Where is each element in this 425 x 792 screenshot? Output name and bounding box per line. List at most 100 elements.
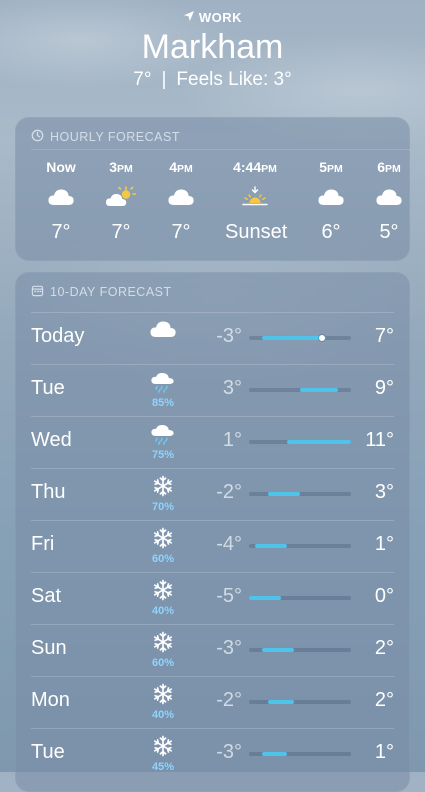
- snowflake-icon: [135, 527, 191, 554]
- weather-condition: 75%: [135, 423, 191, 461]
- hourly-time-suffix: PM: [117, 163, 133, 175]
- calendar-icon: [31, 284, 44, 300]
- daily-row[interactable]: Sun 60% -3° 2°: [31, 624, 394, 676]
- temp-range-fill: [261, 648, 294, 652]
- ten-day-forecast-panel[interactable]: 10-DAY FORECAST Today -3° 7° Tue 85% 3° 9° Wed 7…: [15, 272, 410, 792]
- snowflake-icon: [135, 683, 191, 710]
- temp-range-bar: [249, 648, 351, 652]
- ten-day-title-label: 10-DAY FORECAST: [50, 285, 172, 299]
- low-temp: -2°: [216, 689, 242, 711]
- precip-chance: 70%: [151, 501, 175, 513]
- snowflake-icon: [135, 579, 191, 606]
- hourly-time: 6PM: [359, 159, 419, 177]
- snowflake-icon: [135, 475, 191, 502]
- daily-row[interactable]: Sat 40% -5° 0°: [31, 572, 394, 624]
- location-label: WORK: [198, 10, 243, 25]
- hourly-value: 7°: [111, 221, 131, 243]
- ten-day-forecast-title: 10-DAY FORECAST: [15, 272, 410, 300]
- sunset-icon: [225, 177, 285, 217]
- hourly-time-suffix: PM: [327, 163, 343, 175]
- day-name: Wed: [31, 429, 72, 451]
- low-temp: 3°: [222, 377, 242, 399]
- precip-chance: 60%: [151, 657, 175, 669]
- temp-range-bar: [249, 544, 351, 548]
- location-arrow-icon: [183, 10, 195, 25]
- temp-range-fill: [261, 752, 288, 756]
- day-name: Sat: [31, 585, 62, 607]
- hourly-divider: [31, 149, 410, 150]
- temp-range-bar: [249, 492, 351, 496]
- clock-icon: [31, 129, 44, 145]
- high-temp: 9°: [374, 377, 394, 399]
- city-name[interactable]: Markham: [0, 27, 425, 67]
- hourly-forecast-panel[interactable]: HOURLY FORECAST Now 7° 3PM 7° 4PM 7° 4:44PM Sun…: [15, 117, 410, 261]
- daily-row[interactable]: Wed 75% 1° 11°: [31, 416, 394, 468]
- hourly-time: 4:44PM: [225, 159, 285, 177]
- hourly-item: 4PM 7°: [151, 159, 211, 244]
- cloud-icon: [31, 177, 91, 217]
- current-conditions: 7° | Feels Like: 3°: [0, 69, 425, 91]
- hourly-value: Sunset: [225, 221, 288, 243]
- weather-condition: 70%: [135, 475, 191, 513]
- hourly-time: 5PM: [301, 159, 361, 177]
- high-temp: 2°: [374, 689, 394, 711]
- location-header: WORK Markham 7° | Feels Like: 3°: [0, 0, 425, 91]
- hourly-time-value: 5: [319, 159, 328, 175]
- hourly-value: 7°: [51, 221, 71, 243]
- hourly-item: 3PM 7°: [91, 159, 151, 244]
- weather-condition: 45%: [135, 735, 191, 773]
- low-temp: -3°: [216, 741, 242, 763]
- daily-row[interactable]: Tue 45% -3° 1°: [31, 728, 394, 780]
- high-temp: 1°: [374, 741, 394, 763]
- precip-chance: 45%: [151, 761, 175, 773]
- hourly-title-label: HOURLY FORECAST: [50, 130, 180, 144]
- hourly-value: 7°: [171, 221, 191, 243]
- weather-condition: 40%: [135, 579, 191, 617]
- cloud-icon: [151, 177, 211, 217]
- low-temp: -4°: [216, 533, 242, 555]
- daily-row[interactable]: Fri 60% -4° 1°: [31, 520, 394, 572]
- hourly-item: Now 7°: [31, 159, 91, 244]
- precip-chance: 40%: [151, 605, 175, 617]
- feels-like: Feels Like: 3°: [176, 69, 292, 90]
- day-name: Tue: [31, 741, 65, 763]
- day-name: Tue: [31, 377, 65, 399]
- high-temp: 3°: [374, 481, 394, 503]
- daily-row[interactable]: Today -3° 7°: [31, 312, 394, 364]
- temp-range-fill: [287, 440, 351, 444]
- hourly-scroll-row[interactable]: Now 7° 3PM 7° 4PM 7° 4:44PM Sunset 5PM 6° 6PM 5°: [15, 159, 410, 249]
- hourly-time-suffix: PM: [177, 163, 193, 175]
- day-name: Today: [31, 325, 85, 347]
- day-name: Sun: [31, 637, 67, 659]
- daily-row[interactable]: Thu 70% -2° 3°: [31, 468, 394, 520]
- hourly-item: 5PM 6°: [301, 159, 361, 244]
- cloud-icon: [301, 177, 361, 217]
- rain-cloud-icon: [135, 423, 191, 450]
- temp-range-fill: [255, 544, 288, 548]
- weather-condition: 40%: [135, 683, 191, 721]
- temp-range-bar: [249, 388, 351, 392]
- day-name: Mon: [31, 689, 70, 711]
- hourly-time-value: 3: [109, 159, 118, 175]
- current-temp-dot: [319, 335, 326, 341]
- hourly-time-value: 6: [377, 159, 386, 175]
- temp-range-fill: [268, 700, 294, 704]
- high-temp: 2°: [374, 637, 394, 659]
- hourly-time-value: 4: [169, 159, 178, 175]
- low-temp: -3°: [216, 325, 242, 347]
- temp-range-bar: [249, 335, 351, 341]
- weather-condition: 60%: [135, 527, 191, 565]
- weather-condition: 85%: [135, 371, 191, 409]
- cloud-icon: [359, 177, 419, 217]
- hourly-time-suffix: PM: [385, 163, 401, 175]
- separator: |: [161, 69, 167, 90]
- precip-chance: 40%: [151, 709, 175, 721]
- temp-range-bar: [249, 700, 351, 704]
- hourly-time-value: 4:44: [233, 159, 262, 175]
- hourly-item: 4:44PM Sunset: [225, 159, 288, 244]
- day-name: Thu: [31, 481, 66, 503]
- daily-row[interactable]: Tue 85% 3° 9°: [31, 364, 394, 416]
- precip-chance: 60%: [151, 553, 175, 565]
- daily-row[interactable]: Mon 40% -2° 2°: [31, 676, 394, 728]
- low-temp: -3°: [216, 637, 242, 659]
